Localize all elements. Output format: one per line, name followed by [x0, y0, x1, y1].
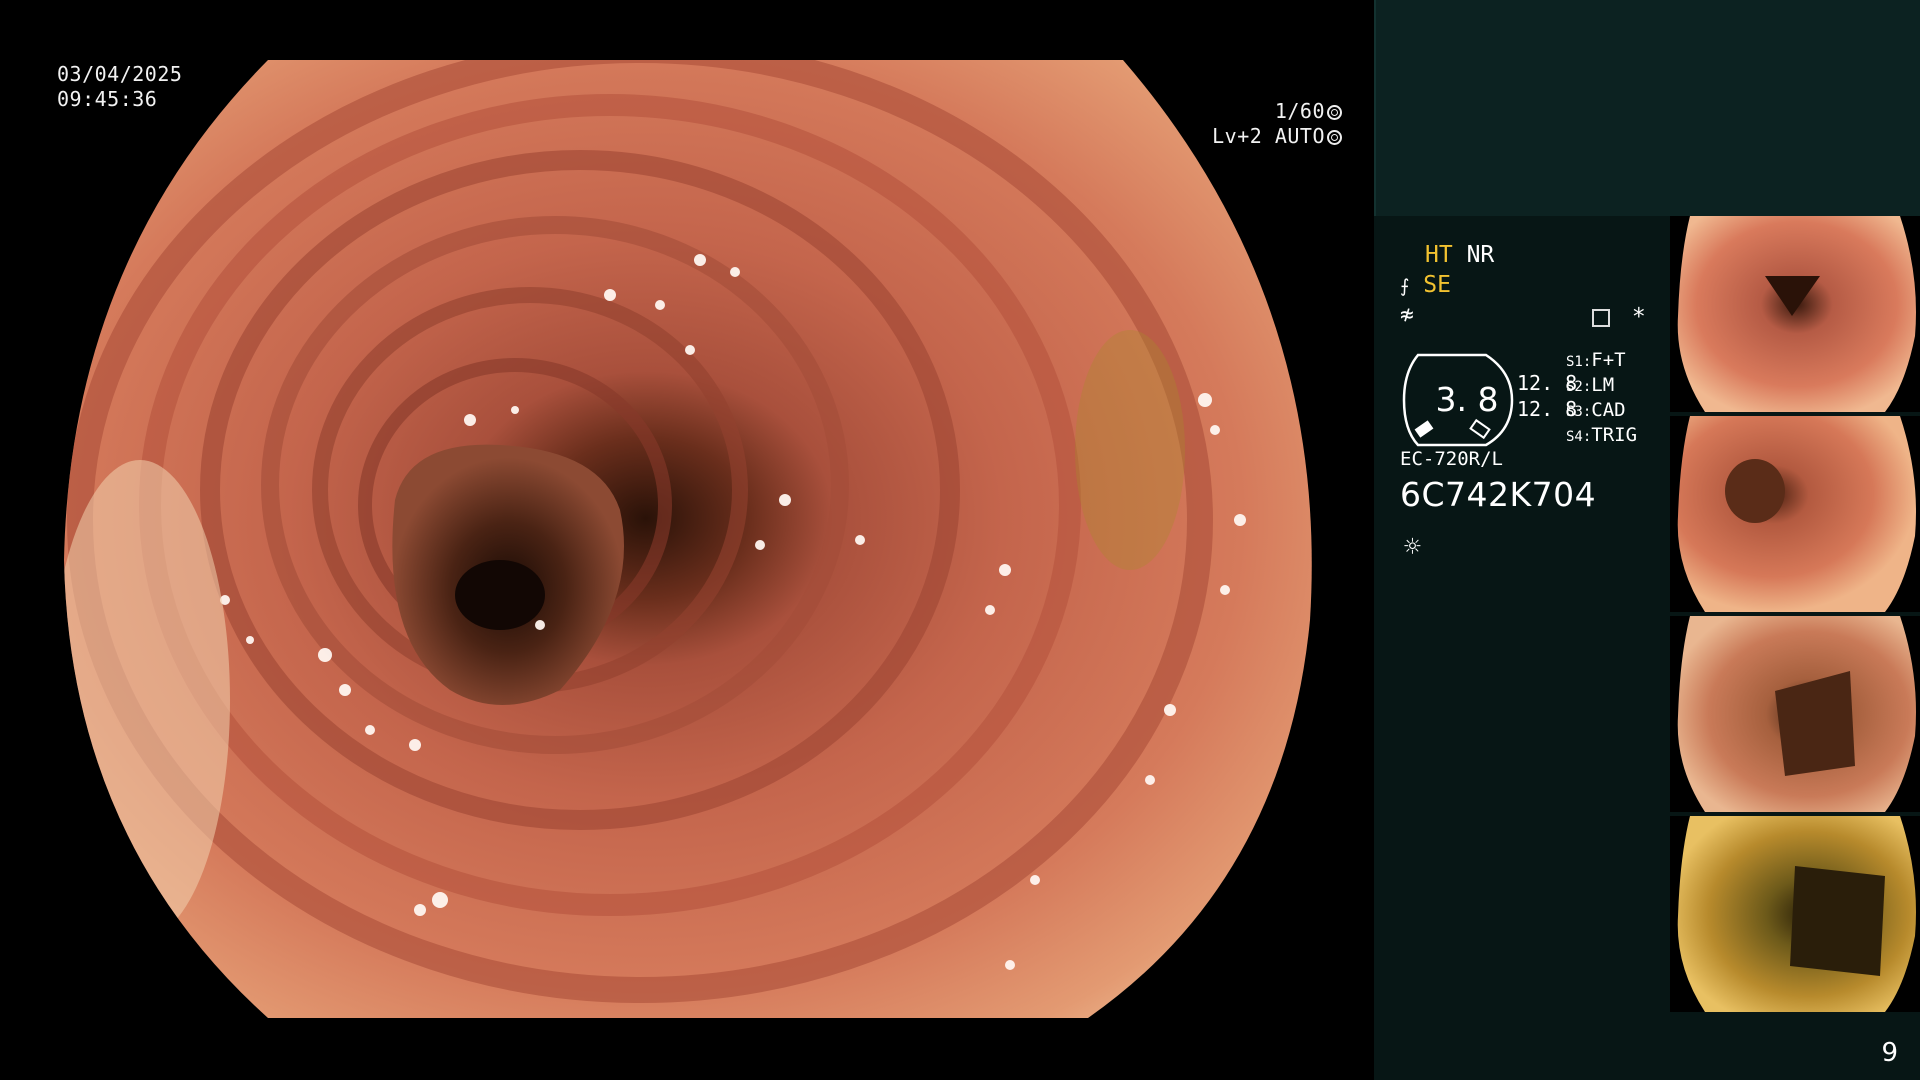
level-auto: Lv+2 AUTO — [1212, 124, 1325, 148]
page-number: 9 — [1881, 1038, 1898, 1068]
scope-model: EC-720R/L — [1400, 448, 1503, 470]
side-panel: HT NR ⨍ SE ≉ * 3. 8 12. 8 12. 8 S1:F+T S… — [1374, 0, 1920, 1080]
date-time-display: 03/04/2025 09:45:36 — [57, 62, 182, 112]
enhance-label: SE — [1423, 272, 1451, 298]
structure-enhance-icon: ⨍ — [1400, 276, 1410, 297]
auto-iris-icon — [1327, 130, 1342, 145]
thumbnail-1[interactable] — [1670, 216, 1920, 412]
endoscopic-image — [64, 60, 1312, 1018]
thumbnail-2[interactable] — [1670, 416, 1920, 612]
brightness-icon: ☼ — [1404, 530, 1421, 563]
endoscope-view: 03/04/2025 09:45:36 1/60 Lv+2 AUTO — [0, 0, 1374, 1080]
panel-header — [1374, 0, 1920, 216]
shutter-speed: 1/60 — [1274, 99, 1325, 123]
switch-3: S3:CAD — [1566, 399, 1626, 421]
mode-nr: NR — [1466, 242, 1495, 268]
time-text: 09:45:36 — [57, 87, 158, 111]
switch-4: S4:TRIG — [1566, 424, 1638, 446]
filter-icon: ≉ — [1400, 302, 1414, 328]
switch-2: S2:LM — [1566, 374, 1615, 396]
switch-1: S1:F+T — [1566, 349, 1626, 371]
exposure-info: 1/60 Lv+2 AUTO — [1212, 99, 1342, 149]
scope-serial: 6C742K704 — [1400, 475, 1597, 514]
settings-list-icon — [1592, 309, 1610, 327]
thumbnail-4[interactable] — [1670, 816, 1920, 1012]
date-text: 03/04/2025 — [57, 62, 183, 86]
mode-ht: HT — [1425, 242, 1453, 268]
thumbnail-3[interactable] — [1670, 616, 1920, 812]
zoom-value: 3. 8 — [1435, 380, 1499, 419]
star-marker: * — [1631, 304, 1646, 330]
shutter-icon — [1327, 105, 1342, 120]
